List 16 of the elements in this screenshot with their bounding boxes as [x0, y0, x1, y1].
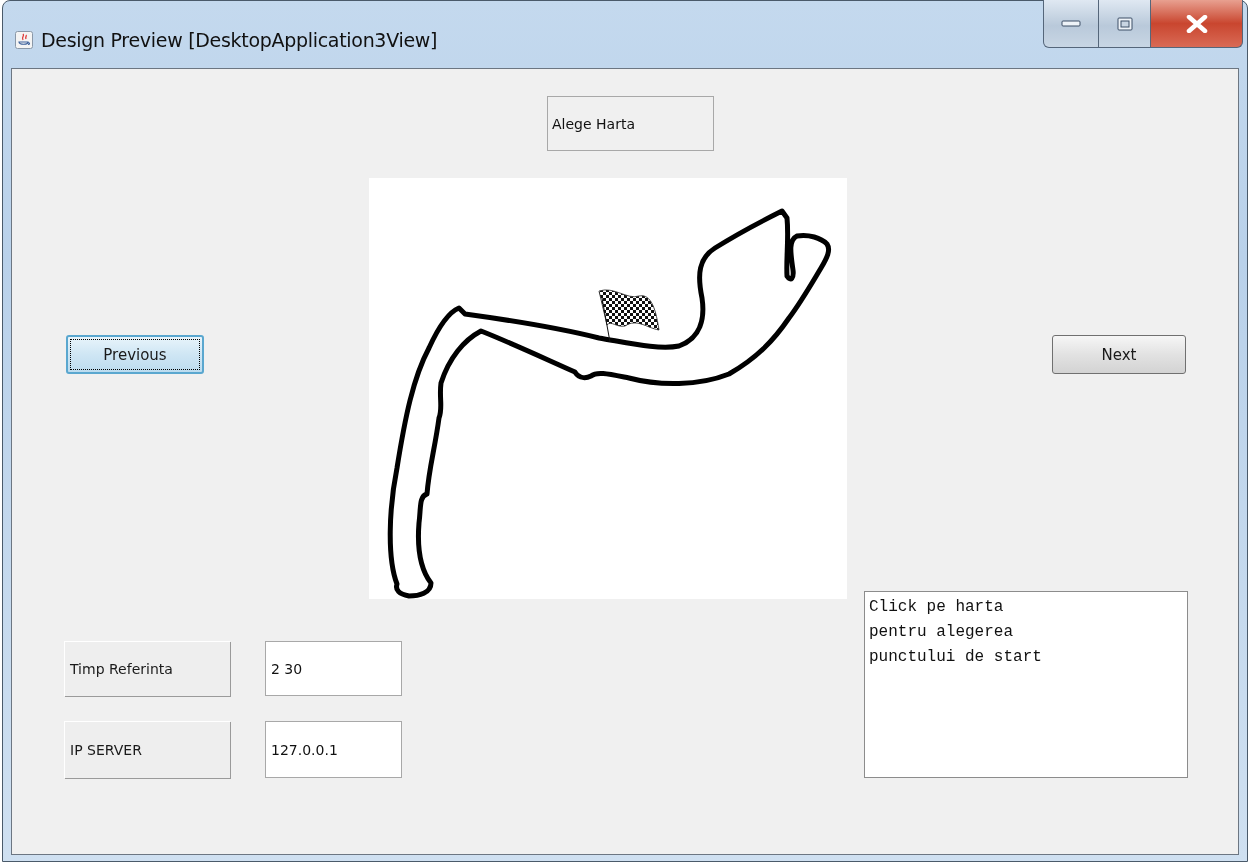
close-button[interactable]	[1151, 0, 1243, 48]
label-button[interactable]: IP SERVER	[64, 721, 230, 778]
next-button[interactable]: Next	[1052, 335, 1186, 374]
maximize-button[interactable]	[1099, 0, 1151, 48]
minimize-icon	[1061, 19, 1081, 28]
previous-button[interactable]: Previous	[66, 335, 204, 374]
app-icon	[15, 31, 33, 49]
label-button[interactable]: Timp Referinta	[64, 641, 230, 696]
text-field[interactable]: 2 30	[265, 641, 402, 696]
maximize-icon	[1116, 16, 1133, 31]
text-field[interactable]: 127.0.0.1	[265, 721, 402, 778]
info-text-area[interactable]: Click pe harta pentru alegerea punctului de start	[864, 591, 1188, 778]
window-title: Design Preview [DesktopApplication3View]	[41, 29, 438, 51]
minimize-button[interactable]	[1043, 0, 1099, 48]
map-title-label: Alege Harta	[547, 96, 714, 151]
close-icon	[1185, 14, 1208, 33]
